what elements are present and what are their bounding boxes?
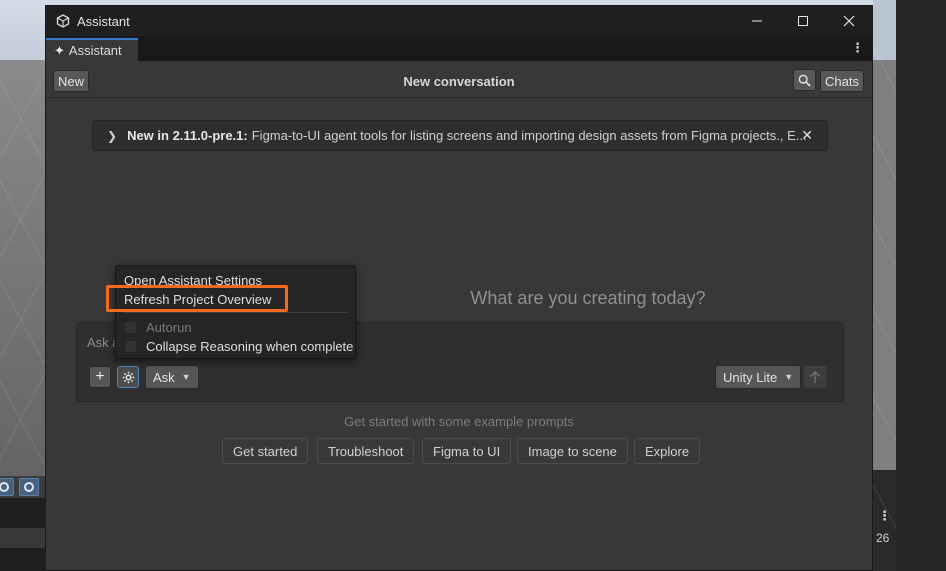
notice-text: Figma-to-UI agent tools for listing scre… [251, 128, 807, 143]
game-view-row [0, 528, 45, 548]
add-attachment-button[interactable]: + [89, 366, 111, 388]
settings-button[interactable] [117, 366, 139, 388]
autorun-checkbox [124, 321, 137, 334]
example-troubleshoot-button[interactable]: Troubleshoot [317, 438, 415, 464]
search-icon [798, 74, 811, 87]
tab-assistant[interactable]: ✦ Assistant [46, 38, 138, 61]
audio-toggle-icon[interactable] [0, 478, 14, 496]
example-figma-to-ui-button[interactable]: Figma to UI [422, 438, 512, 464]
examples-label: Get started with some example prompts [344, 414, 574, 429]
window-title: Assistant [77, 13, 130, 29]
sparkle-icon: ✦ [54, 42, 65, 58]
model-dropdown[interactable]: Unity Lite ▼ [715, 365, 802, 389]
example-image-to-scene-button[interactable]: Image to scene [517, 438, 628, 464]
kebab-menu-icon[interactable]: ⋮ [851, 40, 864, 56]
autorun-label: Autorun [146, 320, 192, 335]
render-mode-icon[interactable] [19, 478, 39, 496]
minimize-icon [752, 20, 762, 22]
notice-version: New in 2.11.0-pre.1: [127, 128, 248, 143]
maximize-button[interactable] [780, 6, 826, 36]
highlight-box [106, 285, 288, 312]
menu-divider [122, 312, 349, 313]
close-window-button[interactable] [826, 6, 872, 36]
maximize-icon [798, 16, 808, 26]
minimize-button[interactable] [734, 6, 780, 36]
caret-down-icon: ▼ [181, 372, 191, 382]
mode-dropdown[interactable]: Ask ▼ [145, 365, 199, 389]
release-notice: ❯ New in 2.11.0-pre.1: Figma-to-UI agent… [92, 120, 828, 151]
chevron-right-icon[interactable]: ❯ [107, 129, 117, 143]
unity-icon [56, 14, 70, 28]
model-label: Unity Lite [723, 369, 778, 385]
mode-label: Ask [153, 369, 175, 385]
panel-counter: 26 [876, 531, 890, 545]
tab-label: Assistant [68, 43, 122, 58]
chats-button[interactable]: Chats [820, 70, 864, 92]
search-button[interactable] [793, 69, 816, 91]
plus-icon: + [95, 368, 105, 385]
example-explore-button[interactable]: Explore [634, 438, 701, 464]
page-title: New conversation [403, 74, 515, 89]
inspector-panel [896, 0, 946, 571]
arrow-up-icon [810, 371, 820, 383]
send-button[interactable] [803, 365, 827, 389]
title-bar: Assistant [46, 6, 872, 36]
example-get-started-button[interactable]: Get started [222, 438, 309, 464]
caret-down-icon: ▼ [784, 372, 794, 382]
collapse-reasoning-checkbox[interactable] [124, 340, 137, 353]
scene-view-edge [873, 0, 896, 571]
gear-icon [122, 371, 134, 383]
conversation-header: New New conversation Chats [46, 64, 872, 98]
collapse-reasoning-label[interactable]: Collapse Reasoning when complete [146, 339, 353, 354]
close-icon [843, 15, 855, 27]
settings-menu: Open Assistant Settings Refresh Project … [115, 265, 356, 359]
tab-bar: ✦ Assistant ⋮ [46, 36, 872, 61]
close-icon[interactable]: ✕ [801, 127, 813, 144]
panel-menu-icon[interactable]: ⋮ [878, 508, 892, 524]
